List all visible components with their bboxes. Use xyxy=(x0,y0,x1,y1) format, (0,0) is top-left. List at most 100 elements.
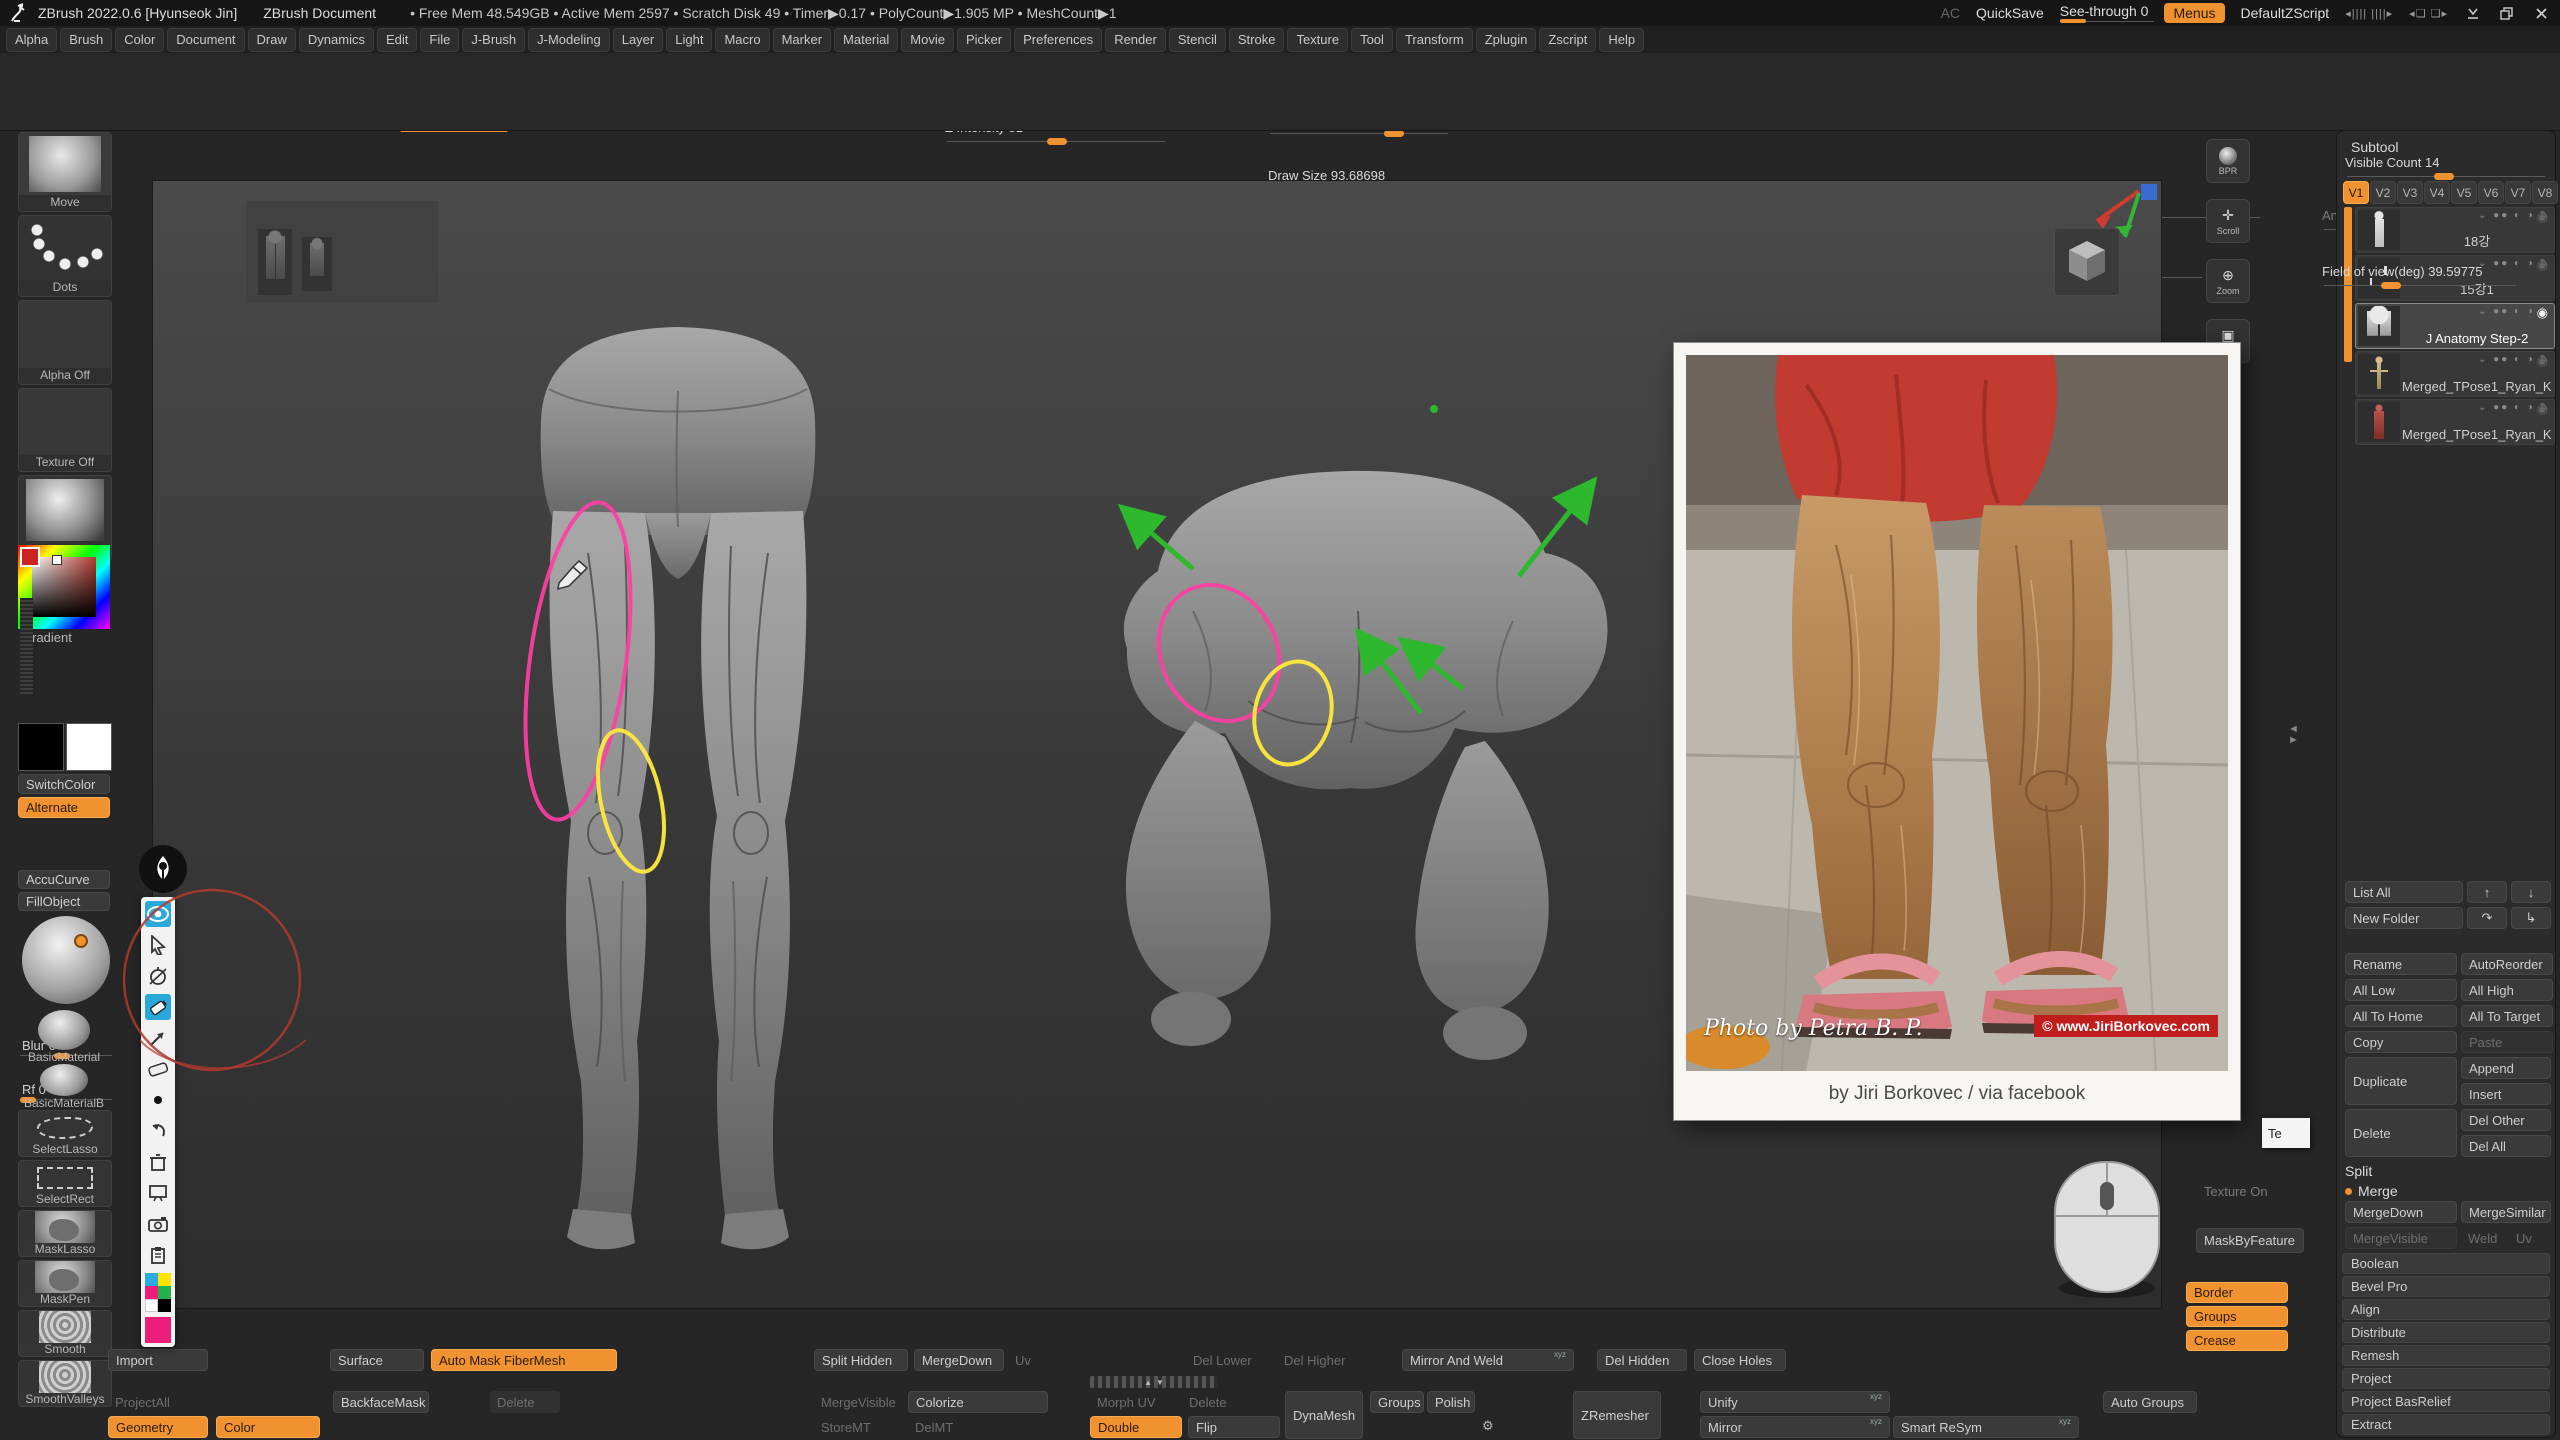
cursor-tool-icon[interactable] xyxy=(145,932,171,958)
move-into-button[interactable]: ↷ xyxy=(2467,907,2507,929)
active-color-swatch[interactable] xyxy=(145,1317,171,1343)
subtool-tab[interactable]: V5 xyxy=(2451,181,2477,204)
unify-button[interactable]: Unifyxyz xyxy=(1700,1391,1890,1413)
subtool-grid-button[interactable]: All To Target xyxy=(2461,1005,2553,1027)
merge-visible-bottom-button[interactable]: MergeVisible xyxy=(814,1391,908,1413)
tray-brush-item[interactable]: SmoothValleys xyxy=(18,1360,112,1407)
subtool-tab[interactable]: V2 xyxy=(2370,181,2396,204)
secondary-color-swatch[interactable] xyxy=(66,723,112,771)
subtool-grid-button[interactable]: AutoReorder xyxy=(2461,953,2553,975)
duplicate-button[interactable]: Duplicate xyxy=(2345,1057,2457,1105)
main-color-swatch[interactable] xyxy=(18,723,64,771)
subtool-tab[interactable]: V1 xyxy=(2343,181,2369,204)
menu-item[interactable]: J-Modeling xyxy=(528,28,610,52)
tray-splitter-handle[interactable]: ◄► xyxy=(2288,724,2299,746)
restore-button[interactable] xyxy=(2498,5,2516,21)
tray-brush-item[interactable]: Smooth xyxy=(18,1310,112,1357)
color-sv-square[interactable] xyxy=(32,557,96,617)
clipboard-icon[interactable] xyxy=(145,1242,171,1268)
field-of-view-slider[interactable]: Field of view(deg) 39.59775 xyxy=(2322,264,2518,288)
tray-brush-item[interactable]: SelectRect xyxy=(18,1160,112,1207)
default-zscript-button[interactable]: DefaultZScript xyxy=(2241,5,2330,21)
subtool-section-row[interactable]: Boolean xyxy=(2342,1253,2550,1274)
border-button[interactable]: Border xyxy=(2186,1282,2288,1303)
tray-divider-handle[interactable] xyxy=(20,598,33,694)
visible-count-slider[interactable]: Visible Count 14 xyxy=(2345,155,2547,179)
subtool-section-row[interactable]: Bevel Pro xyxy=(2342,1276,2550,1297)
insert-button[interactable]: Insert xyxy=(2461,1083,2551,1105)
tray-item[interactable]: Dots xyxy=(18,215,112,297)
del-all-button[interactable]: Del All xyxy=(2461,1135,2551,1157)
eye-icon[interactable]: ◉ xyxy=(2537,401,2548,417)
trash-icon[interactable] xyxy=(145,1149,171,1175)
polish-button[interactable]: Polish xyxy=(1427,1391,1475,1413)
close-button[interactable] xyxy=(2532,5,2550,21)
subtool-row[interactable]: ⌄ ●● ◐ ◑ ✎ ◉ Merged_TPose1_Ryan_Kingslie… xyxy=(2355,351,2555,397)
accucurve-button[interactable]: AccuCurve xyxy=(18,870,110,889)
yellow-swatch[interactable] xyxy=(158,1273,171,1286)
list-all-button[interactable]: List All xyxy=(2345,881,2463,903)
subtool-section-row[interactable]: Distribute xyxy=(2342,1322,2550,1343)
groups-bottom-button[interactable]: Groups xyxy=(1370,1391,1424,1413)
menu-item[interactable]: Edit xyxy=(377,28,417,52)
close-holes-button[interactable]: Close Holes xyxy=(1694,1349,1786,1371)
auto-groups-button[interactable]: Auto Groups xyxy=(2103,1391,2197,1413)
tray-divider-icon[interactable]: ◂|||| ||||▸ xyxy=(2345,7,2393,20)
split-hidden-button[interactable]: Split Hidden xyxy=(814,1349,908,1371)
append-button[interactable]: Append xyxy=(2461,1057,2551,1079)
menu-item[interactable]: Brush xyxy=(60,28,112,52)
tray-brush-item[interactable]: SelectLasso xyxy=(18,1110,112,1157)
smart-resym-button[interactable]: Smart ReSymxyz xyxy=(1893,1416,2079,1438)
store-mt-button[interactable]: StoreMT xyxy=(814,1416,884,1438)
import-button[interactable]: Import xyxy=(108,1349,208,1371)
eye-icon[interactable]: ◉ xyxy=(2537,257,2548,273)
menu-item[interactable]: Material xyxy=(834,28,898,52)
menu-item[interactable]: Dynamics xyxy=(299,28,374,52)
project-all-button[interactable]: ProjectAll xyxy=(108,1391,208,1413)
menu-item[interactable]: Stroke xyxy=(1229,28,1285,52)
flip-button[interactable]: Flip xyxy=(1188,1416,1280,1438)
subtool-grid-button[interactable]: All To Home xyxy=(2345,1005,2457,1027)
basic-material-sphere[interactable] xyxy=(38,1010,90,1050)
pen-tool-icon[interactable] xyxy=(145,994,171,1020)
weld-button[interactable]: Weld xyxy=(2461,1227,2505,1249)
menu-item[interactable]: Macro xyxy=(715,28,769,52)
menu-item[interactable]: Picker xyxy=(957,28,1011,52)
crease-button[interactable]: Crease xyxy=(2186,1330,2288,1351)
menu-item[interactable]: Preferences xyxy=(1014,28,1102,52)
double-button[interactable]: Double xyxy=(1090,1416,1182,1438)
groups-button[interactable]: Groups xyxy=(2186,1306,2288,1327)
menu-item[interactable]: Marker xyxy=(773,28,831,52)
pen-app-logo-icon[interactable] xyxy=(139,845,187,893)
current-material-sphere[interactable] xyxy=(22,916,110,1004)
switch-color-button[interactable]: SwitchColor xyxy=(18,774,110,794)
move-up-button[interactable]: ↑ xyxy=(2467,881,2507,903)
subtool-title[interactable]: Subtool xyxy=(2351,139,2398,155)
subtool-grid-button[interactable]: Paste xyxy=(2461,1031,2553,1053)
subtool-section-row[interactable]: Align xyxy=(2342,1299,2550,1320)
menu-item[interactable]: Transform xyxy=(1396,28,1473,52)
eye-icon[interactable]: ◉ xyxy=(2537,353,2548,369)
screenshot-camera-icon[interactable] xyxy=(145,1211,171,1237)
menu-item[interactable]: Alpha xyxy=(6,28,57,52)
merge-section[interactable]: Merge xyxy=(2339,1181,2404,1201)
uv-button[interactable]: Uv xyxy=(2509,1227,2545,1249)
right-shelf-button[interactable]: ⊕ Zoom xyxy=(2206,259,2250,303)
visibility-tool-icon[interactable] xyxy=(145,901,171,927)
tray-item[interactable]: Alpha Off xyxy=(18,300,112,385)
black-swatch[interactable] xyxy=(158,1299,171,1312)
del-lower-button[interactable]: Del Lower xyxy=(1186,1349,1260,1371)
move-down-button[interactable]: ↓ xyxy=(2511,881,2551,903)
subtool-tab[interactable]: V7 xyxy=(2505,181,2531,204)
merge-down-button[interactable]: MergeDown xyxy=(2345,1201,2457,1223)
menu-item[interactable]: Zscript xyxy=(1539,28,1596,52)
subtool-row[interactable]: ⌄ ●● ◐ ◑ ✎ ◉ Merged_TPose1_Ryan_Kingslie… xyxy=(2355,399,2555,445)
auto-mask-fibermesh-button[interactable]: Auto Mask FiberMesh xyxy=(431,1349,617,1371)
menu-item[interactable]: J-Brush xyxy=(462,28,525,52)
merge-down-bottom-button[interactable]: MergeDown xyxy=(914,1349,1004,1371)
merge-similar-button[interactable]: MergeSimilar xyxy=(2461,1201,2551,1223)
white-swatch[interactable] xyxy=(145,1299,158,1312)
menu-item[interactable]: Draw xyxy=(248,28,296,52)
subtool-section-row[interactable]: Project xyxy=(2342,1368,2550,1389)
brush-size-dot-icon[interactable] xyxy=(145,1087,171,1113)
